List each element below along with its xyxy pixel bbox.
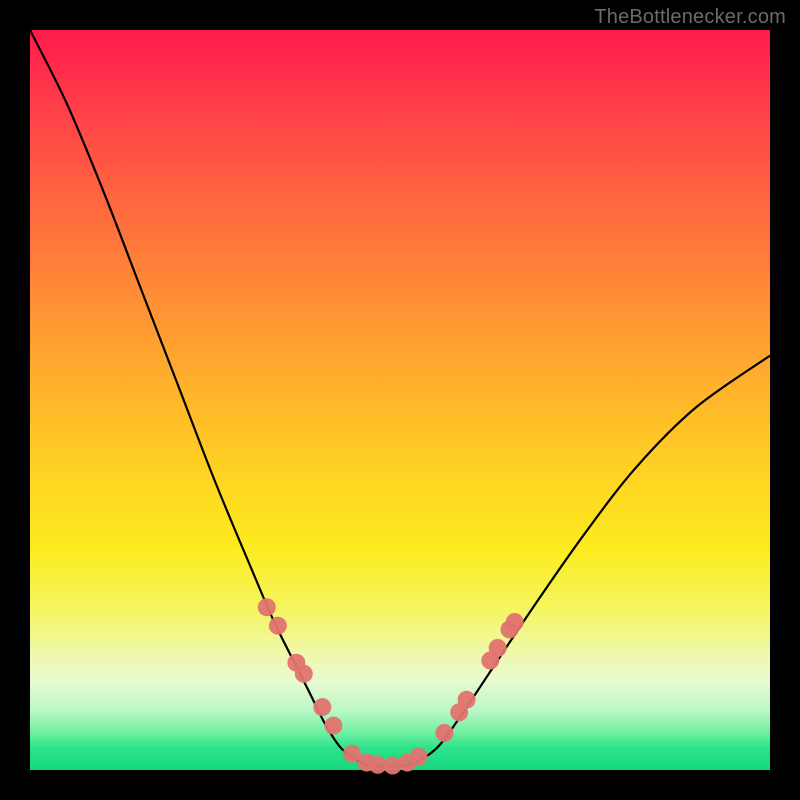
bottleneck-curve-path: [30, 30, 770, 767]
chart-frame: TheBottlenecker.com: [0, 0, 800, 800]
compat-marker: [489, 639, 507, 657]
compat-marker: [435, 724, 453, 742]
watermark-label: TheBottlenecker.com: [594, 6, 786, 29]
compat-marker: [506, 613, 524, 631]
compat-marker: [295, 665, 313, 683]
compat-marker: [269, 617, 287, 635]
compat-marker: [384, 757, 402, 775]
compat-marker: [313, 698, 331, 716]
marker-group: [258, 598, 524, 774]
compat-marker: [410, 748, 428, 766]
plot-area: [30, 30, 770, 770]
curve-svg: [30, 30, 770, 770]
compat-marker: [258, 598, 276, 616]
compat-marker: [458, 691, 476, 709]
compat-marker: [324, 717, 342, 735]
